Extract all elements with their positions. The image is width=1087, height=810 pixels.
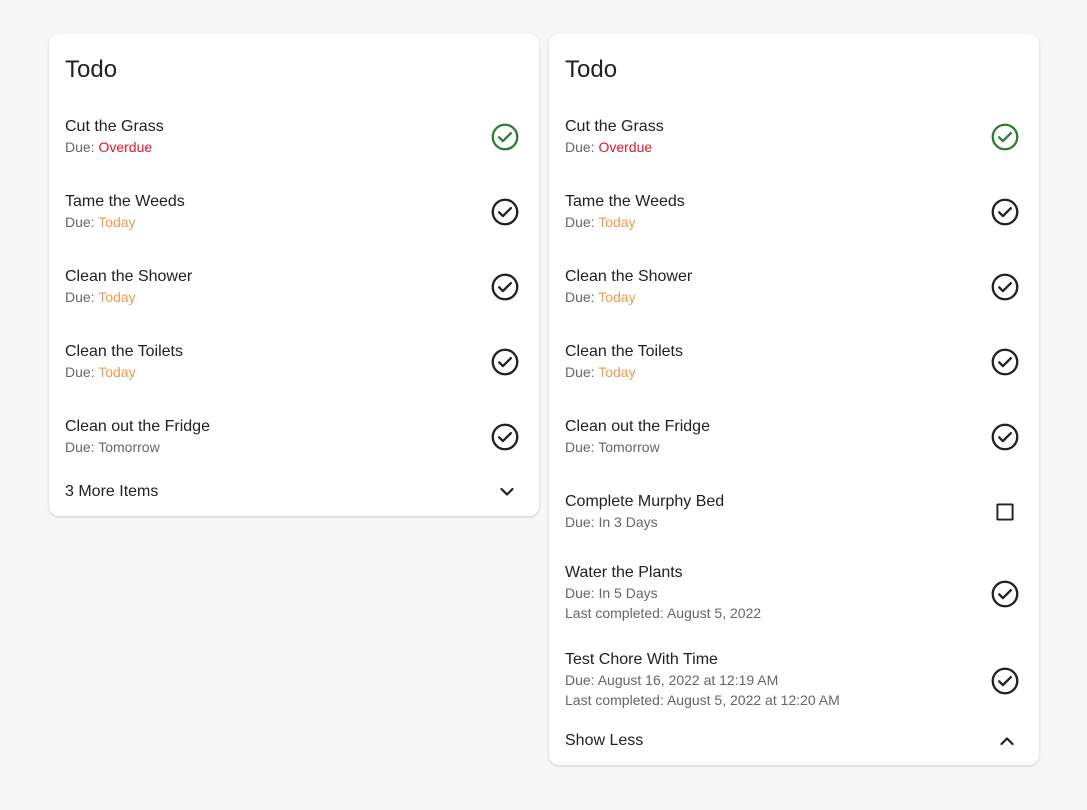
check-circle-icon[interactable] [489,421,521,453]
due-prefix: Due: [565,364,599,380]
due-value: Today [98,214,136,230]
todo-item-last-completed: Last completed: August 5, 2022 [565,605,762,621]
due-value: Overdue [98,139,153,155]
due-value: Today [598,364,636,380]
todo-item: Clean out the Fridge Due: Tomorrow [565,417,1023,457]
check-circle-icon[interactable] [989,421,1021,453]
due-value: Today [98,364,136,380]
check-circle-icon[interactable] [489,121,521,153]
todo-item-last-completed: Last completed: August 5, 2022 at 12:20 … [565,692,840,708]
check-circle-icon[interactable] [989,121,1021,153]
show-more-label: 3 More Items [65,483,159,500]
todo-item-name: Clean out the Fridge [65,418,210,435]
chevron-up-icon [995,729,1019,753]
due-prefix: Due: [565,672,598,688]
todo-item-name: Clean the Shower [565,268,693,285]
todo-item-due: Due: Today [565,287,1023,307]
due-prefix: Due: [65,364,99,380]
due-value: Today [598,289,636,305]
due-prefix: Due: [65,439,99,455]
show-more-toggle[interactable]: 3 More Items [65,480,523,504]
todo-item: Test Chore With Time Due: August 16, 202… [565,650,1023,710]
check-circle-icon[interactable] [489,271,521,303]
show-less-label: Show Less [565,732,644,749]
due-value: Overdue [598,139,653,155]
checkbox-icon[interactable] [989,496,1021,528]
todo-item-name: Cut the Grass [65,118,164,135]
todo-item-due: Due: August 16, 2022 at 12:19 AM [565,670,1023,690]
check-circle-icon[interactable] [989,271,1021,303]
todo-item-due: Due: Overdue [65,137,523,157]
todo-item: Clean out the Fridge Due: Tomorrow [65,417,523,457]
todo-item: Clean the Shower Due: Today [565,267,1023,307]
check-circle-icon[interactable] [489,196,521,228]
due-prefix: Due: [65,214,99,230]
due-value: Today [598,214,636,230]
todo-item-due: Due: Overdue [565,137,1023,157]
todo-item: Clean the Toilets Due: Today [565,342,1023,382]
todo-item-name: Tame the Weeds [65,193,185,210]
due-value: In 5 Days [598,585,658,601]
todo-item-name: Test Chore With Time [565,651,718,668]
todo-item: Clean the Toilets Due: Today [65,342,523,382]
due-prefix: Due: [565,289,599,305]
due-value: Tomorrow [598,439,660,455]
todo-item-due: Due: Tomorrow [65,437,523,457]
todo-item: Tame the Weeds Due: Today [565,192,1023,232]
todo-item: Clean the Shower Due: Today [65,267,523,307]
todo-item-due: Due: Today [565,362,1023,382]
todo-item-due: Due: In 5 Days [565,583,1023,603]
check-circle-icon[interactable] [489,346,521,378]
due-prefix: Due: [565,139,599,155]
todo-item-due: Due: Today [565,212,1023,232]
todo-item: Cut the Grass Due: Overdue [565,117,1023,157]
due-prefix: Due: [565,514,599,530]
todo-item-name: Cut the Grass [565,118,664,135]
todo-item-name: Clean the Toilets [65,343,183,360]
todo-item-due: Due: Today [65,362,523,382]
check-circle-icon[interactable] [989,346,1021,378]
due-prefix: Due: [565,214,599,230]
todo-item: Water the Plants Due: In 5 Days Last com… [565,563,1023,623]
due-value: Today [98,289,136,305]
todo-item-name: Clean the Toilets [565,343,683,360]
card-title: Todo [65,56,118,83]
card-title: Todo [565,56,618,83]
due-prefix: Due: [65,289,99,305]
todo-item-due: Due: In 3 Days [565,512,1023,532]
todo-item: Cut the Grass Due: Overdue [65,117,523,157]
due-value: In 3 Days [598,514,658,530]
todo-item-name: Clean the Shower [65,268,193,285]
todo-item-due: Due: Tomorrow [565,437,1023,457]
due-prefix: Due: [65,139,99,155]
todo-item-name: Water the Plants [565,564,683,581]
show-less-toggle[interactable]: Show Less [565,729,1023,753]
check-circle-icon[interactable] [989,578,1021,610]
todo-item-name: Complete Murphy Bed [565,493,725,510]
todo-item: Tame the Weeds Due: Today [65,192,523,232]
check-circle-icon[interactable] [989,665,1021,697]
due-value: Tomorrow [98,439,160,455]
todo-card-expanded: Todo Cut the Grass Due: Overdue Tame the… [549,34,1039,765]
todo-item-name: Clean out the Fridge [565,418,710,435]
todo-item-due: Due: Today [65,287,523,307]
due-prefix: Due: [565,585,599,601]
check-circle-icon[interactable] [989,196,1021,228]
chevron-down-icon [495,480,519,504]
todo-item: Complete Murphy Bed Due: In 3 Days [565,492,1023,532]
due-value: August 16, 2022 at 12:19 AM [597,672,779,688]
todo-item-name: Tame the Weeds [565,193,685,210]
todo-item-due: Due: Today [65,212,523,232]
todo-card-collapsed: Todo Cut the Grass Due: Overdue Tame the… [49,34,539,516]
due-prefix: Due: [565,439,599,455]
